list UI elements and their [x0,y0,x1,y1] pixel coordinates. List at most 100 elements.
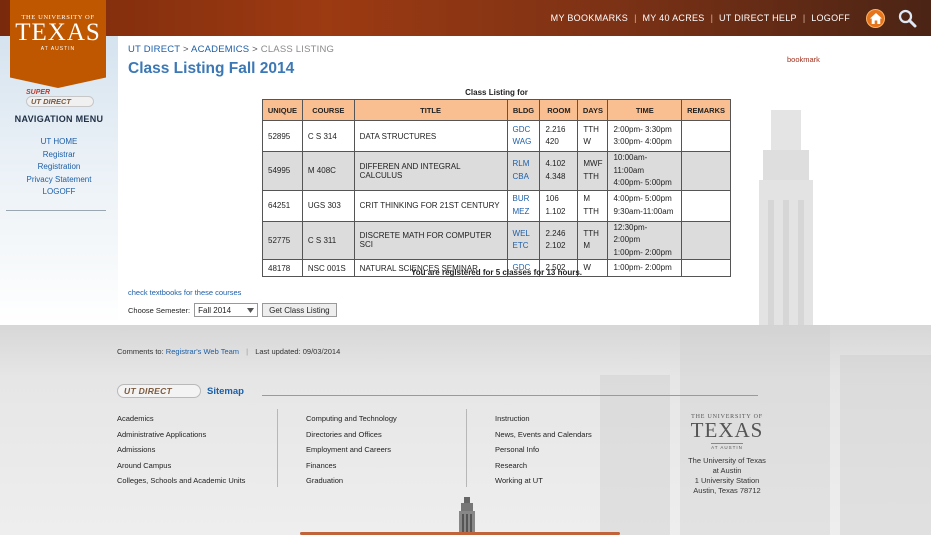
table-caption: Class Listing for [465,88,528,97]
chevron-down-icon [247,307,255,313]
logoff-link[interactable]: LOGOFF [805,13,856,23]
sidebar-item-logoff[interactable]: LOGOFF [0,186,118,199]
address-line: at Austin [712,466,742,475]
cell-time: 12:30pm- 2:00pm 1:00pm- 2:00pm [607,220,683,260]
navigation-menu: UT HOME Registrar Registration Privacy S… [0,136,118,199]
breadcrumb-current: CLASS LISTING [260,44,335,55]
sitemap-link[interactable]: Employment and Careers [306,442,397,458]
footer-separator: | [246,347,249,356]
days-value: MWF [583,159,603,169]
ut-direct-logo[interactable]: UT DIRECT [117,384,201,398]
time-value: 4:00pm- 5:00pm [613,194,672,203]
cell-title: DATA STRUCTURES [353,120,508,152]
days-value: TTH [583,228,599,238]
cell-room: 2.246 2.102 [539,220,579,260]
cell-bldg: GDC WAG [506,120,541,152]
bookmark-link[interactable]: bookmark [787,55,820,64]
cell-bldg: RLM CBA [506,151,541,191]
sitemap-link[interactable]: Graduation [306,473,397,489]
sitemap-column-1: Academics Administrative Applications Ad… [117,411,245,489]
sitemap-link[interactable]: Academics [117,411,245,427]
bldg-link[interactable]: RLM [513,158,535,171]
cell-bldg: WEL ETC [506,220,541,260]
sidebar-item-privacy[interactable]: Privacy Statement [0,174,118,187]
time-value: 12:30pm- 2:00pm [613,222,648,245]
sitemap-column-2: Computing and Technology Directories and… [306,411,397,489]
sidebar-item-registration[interactable]: Registration [0,161,118,174]
cell-remarks [681,120,731,152]
ut-direct-help-link[interactable]: UT DIRECT HELP [713,13,803,23]
sitemap-link[interactable]: Around Campus [117,458,245,474]
days-value: TTH [583,171,599,181]
bldg-link[interactable]: CBA [513,171,535,184]
footer-logo-line3: AT AUSTIN [711,443,743,450]
sitemap-header: UT DIRECT Sitemap [117,384,244,398]
cell-course: C S 311 [301,220,355,260]
sitemap-link[interactable]: Administrative Applications [117,427,245,443]
bldg-link[interactable]: MEZ [513,206,535,219]
search-icon[interactable] [897,8,917,28]
cell-unique: 54995 [262,151,303,191]
sitemap-link[interactable]: Admissions [117,442,245,458]
semester-select[interactable]: Fall 2014 [194,303,259,317]
header-days: DAYS [577,99,609,121]
breadcrumb-academics[interactable]: ACADEMICS [191,44,249,55]
time-value: 10:00am-11:00am [613,153,648,175]
footer-address: The University of Texas at Austin 1 Univ… [684,456,770,496]
sitemap-link[interactable]: Working at UT [495,473,592,489]
sitemap-link[interactable]: Instruction [495,411,592,427]
address-line: Austin, Texas 78712 [693,486,761,495]
semester-chooser: Choose Semester: Fall 2014 Get Class Lis… [128,303,337,317]
get-class-listing-button[interactable]: Get Class Listing [262,303,337,317]
navigation-menu-title: NAVIGATION MENU [14,114,104,124]
registrar-web-team-link[interactable]: Registrar's Web Team [166,347,239,356]
super-label: SUPER [26,89,51,96]
sitemap-link[interactable]: Colleges, Schools and Academic Units [117,473,245,489]
breadcrumb-ut-direct[interactable]: UT DIRECT [128,44,180,55]
sitemap-link[interactable]: Finances [306,458,397,474]
semester-selected: Fall 2014 [198,305,232,315]
ut-austin-logo[interactable]: THE UNIVERSITY OF TEXAS AT AUSTIN [10,0,106,88]
sidebar-item-ut-home[interactable]: UT HOME [0,136,118,149]
sidebar-item-registrar[interactable]: Registrar [0,149,118,162]
column-divider [466,409,467,487]
bldg-link[interactable]: ETC [513,240,535,253]
logo-line3: AT AUSTIN [40,46,76,52]
cell-days: M TTH [577,189,609,222]
cell-days: TTH M [577,220,609,260]
semester-label: Choose Semester: [128,305,191,315]
room-value: 420 [545,137,559,146]
super-ut-direct-logo[interactable]: SUPER UT DIRECT [26,89,94,107]
sitemap-link[interactable]: Computing and Technology [306,411,397,427]
page-title: Class Listing Fall 2014 [128,60,295,77]
sitemap-title: Sitemap [207,385,244,397]
bldg-link[interactable]: WAG [513,136,535,149]
footer-ut-logo[interactable]: THE UNIVERSITY OF TEXAS AT AUSTIN [684,414,770,451]
room-value: 4.102 [545,159,566,169]
address-line: The University of Texas [688,456,766,465]
bldg-link[interactable]: WEL [513,228,535,241]
time-value: 4:00pm- 5:00pm [613,178,672,187]
my-40-acres-link[interactable]: MY 40 ACRES [636,13,710,23]
check-textbooks-link[interactable]: check textbooks for these courses [128,288,241,297]
cell-course: C S 314 [301,120,355,152]
room-value: 2.102 [545,241,566,251]
home-icon[interactable] [866,8,885,28]
cell-remarks [681,189,731,222]
room-value: 2.246 [545,228,566,238]
sitemap-link[interactable]: News, Events and Calendars [495,427,592,443]
table-row: 54995 M 408C DIFFEREN AND INTEGRAL CALCU… [262,151,731,191]
last-updated: Last updated: 09/03/2014 [255,347,341,356]
top-bar: MY BOOKMARKS | MY 40 ACRES | UT DIRECT H… [0,0,931,36]
header-remarks: REMARKS [681,99,731,121]
sitemap-link[interactable]: Research [495,458,592,474]
my-bookmarks-link[interactable]: MY BOOKMARKS [545,13,634,23]
sitemap-link[interactable]: Directories and Offices [306,427,397,443]
bldg-link[interactable]: GDC [513,124,535,137]
sitemap-link[interactable]: Personal Info [495,442,592,458]
cell-days: TTH W [577,120,609,152]
sitemap-column-3: Instruction News, Events and Calendars P… [495,411,592,489]
logo-texas: TEXAS [15,19,101,46]
bldg-link[interactable]: BUR [513,193,535,206]
cell-time: 2:00pm- 3:30pm 3:00pm- 4:00pm [607,120,683,152]
